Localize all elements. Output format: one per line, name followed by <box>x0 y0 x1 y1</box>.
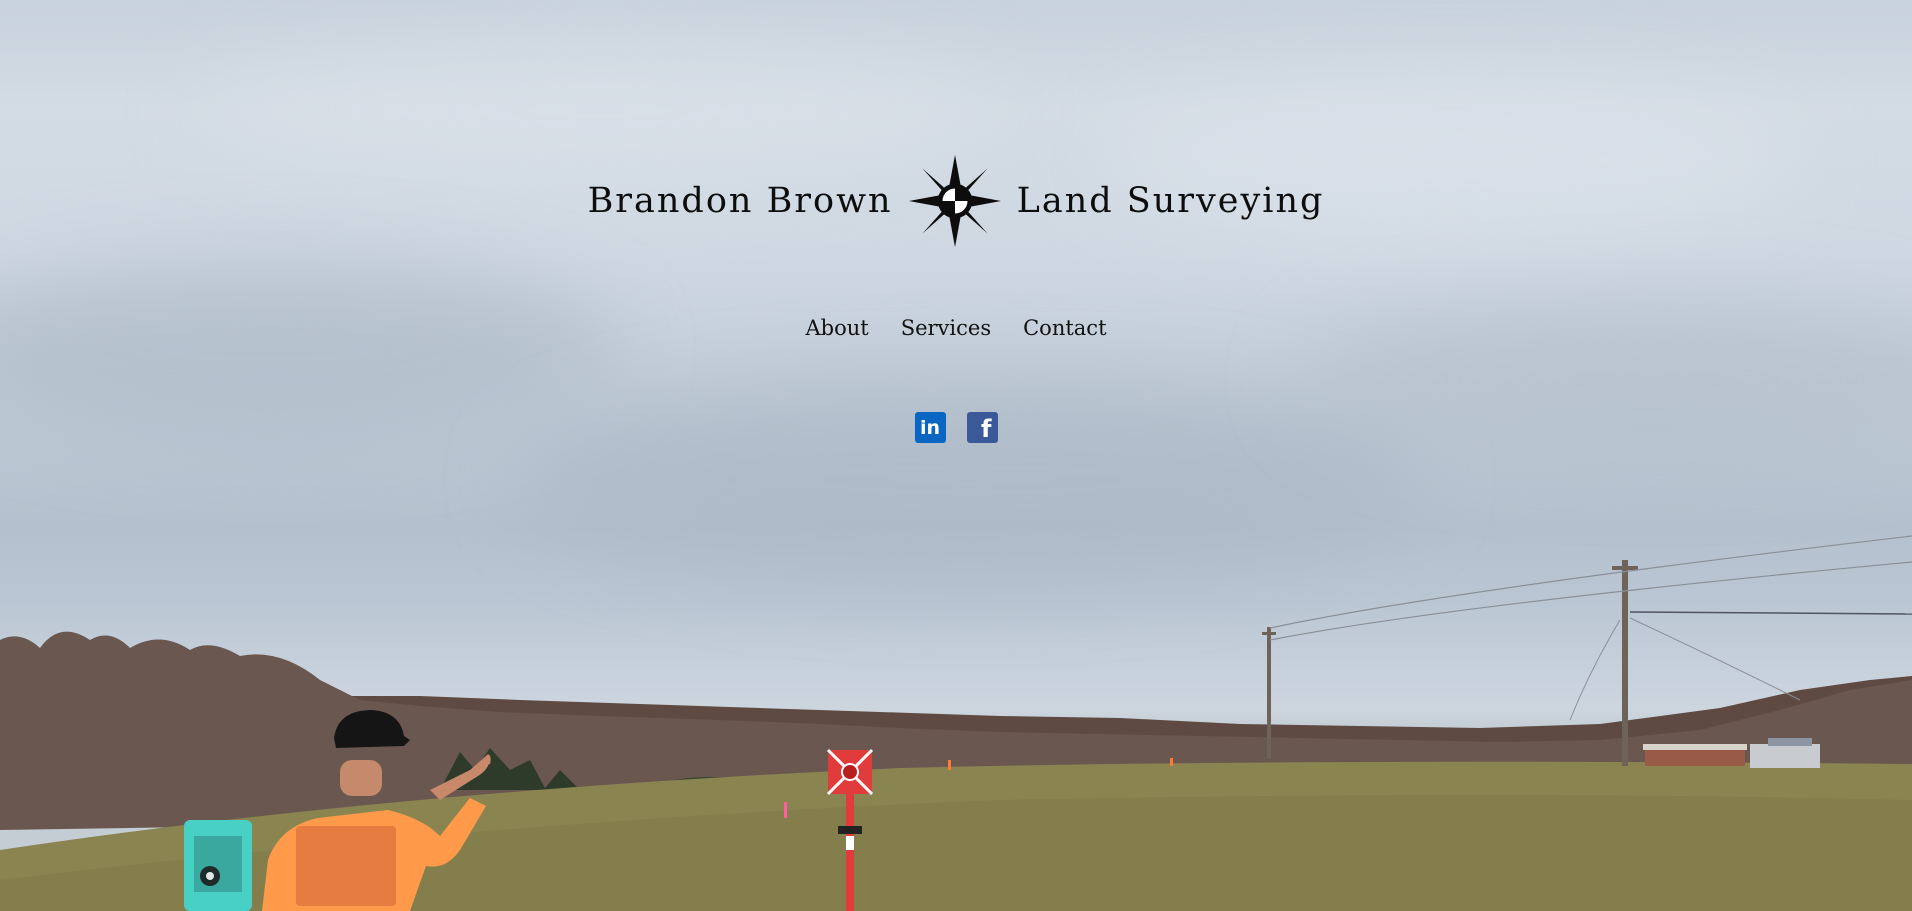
social-links: in f <box>0 412 1912 443</box>
nav-services-link[interactable]: Services <box>901 316 991 340</box>
facebook-icon[interactable]: f <box>966 412 998 443</box>
brand-name-right: Land Surveying <box>1016 181 1325 221</box>
power-line <box>1569 619 1621 721</box>
house-roof <box>1768 738 1812 746</box>
barn-roof <box>1643 744 1747 750</box>
linkedin-icon[interactable]: in <box>914 412 946 443</box>
brand-name-left: Brandon Brown <box>587 181 893 221</box>
landscape-photo <box>0 535 1912 911</box>
house-building <box>1750 744 1820 768</box>
site-brand[interactable]: Brandon Brown Land Surveying <box>0 153 1912 249</box>
survey-flag <box>784 802 787 818</box>
power-line <box>1629 611 1912 615</box>
shirt-print <box>296 826 396 906</box>
main-nav: About Services Contact <box>0 316 1912 340</box>
prism-bracket <box>838 826 862 834</box>
barn-building <box>1645 748 1745 766</box>
surveyor-neck <box>340 760 382 796</box>
utility-pole-crossbar <box>1262 632 1276 635</box>
power-line <box>1269 561 1912 641</box>
utility-pole <box>1267 627 1271 759</box>
utility-pole-crossbar <box>1612 566 1638 570</box>
prism-pole <box>846 790 854 911</box>
survey-flag <box>948 760 951 770</box>
power-line <box>1629 617 1801 701</box>
hero-section: Brandon Brown Land Surveying About Servi… <box>0 0 1912 911</box>
nav-about-link[interactable]: About <box>805 316 868 340</box>
power-line <box>1269 535 1912 629</box>
linkedin-glyph: in <box>919 416 941 439</box>
compass-star-icon <box>908 154 1001 248</box>
nav-contact-link[interactable]: Contact <box>1023 316 1106 340</box>
prism-pole-band <box>846 836 854 850</box>
facebook-glyph: f <box>981 415 992 443</box>
survey-flag <box>1170 758 1173 766</box>
total-station-body <box>194 836 242 892</box>
